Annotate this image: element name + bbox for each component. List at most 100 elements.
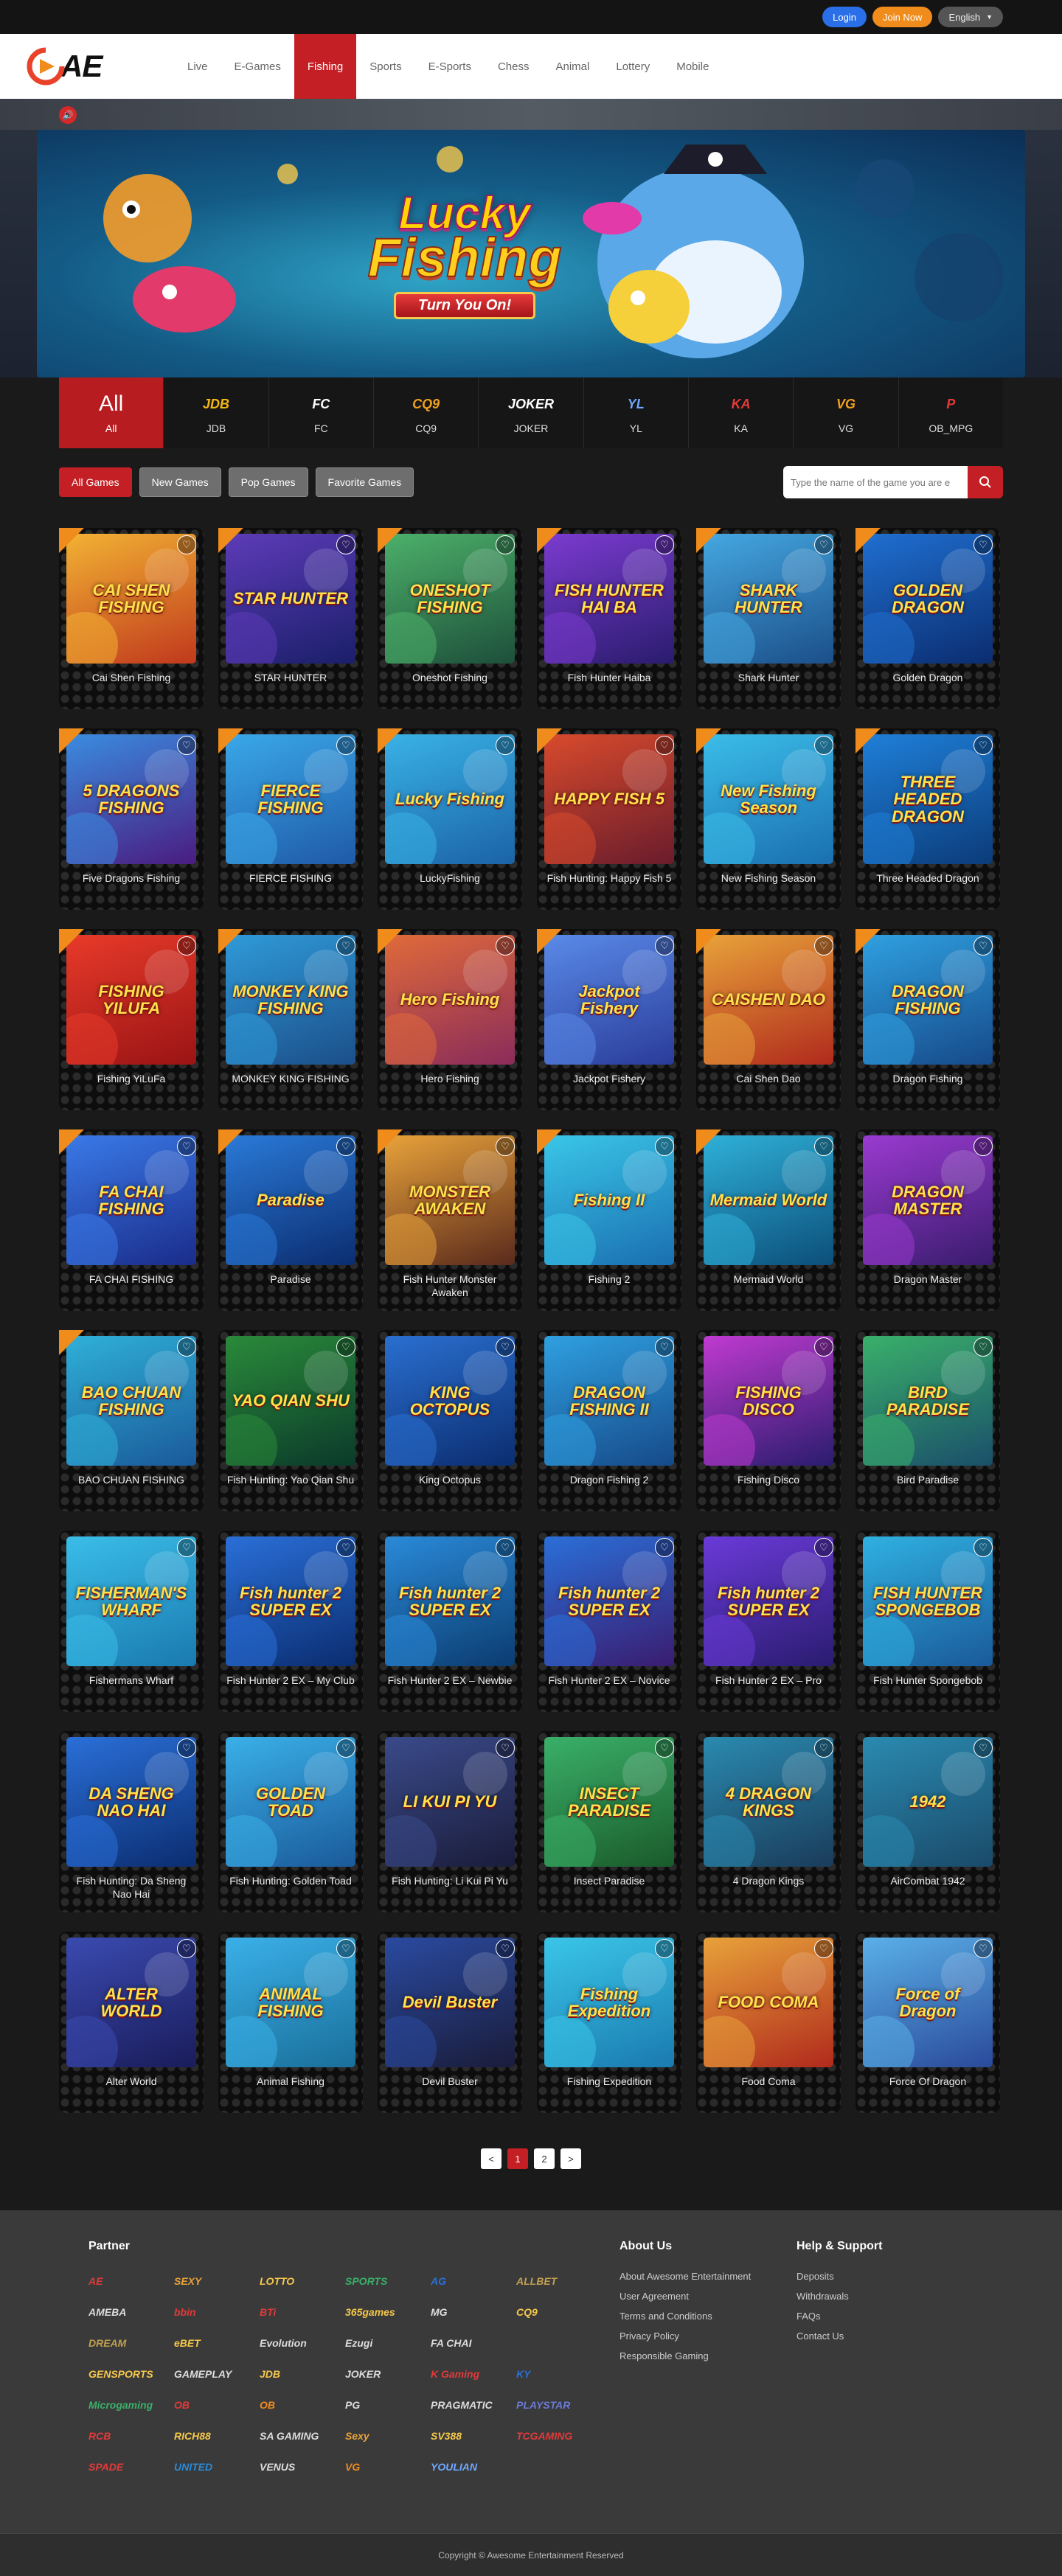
favorite-heart-icon[interactable]: ♡ <box>336 1939 355 1958</box>
game-card[interactable]: ANIMAL FISHING ♡ Animal Fishing <box>218 1932 363 2113</box>
nav-item-e-games[interactable]: E-Games <box>221 34 294 99</box>
favorite-heart-icon[interactable]: ♡ <box>177 1137 196 1156</box>
favorite-heart-icon[interactable]: ♡ <box>974 1939 993 1958</box>
game-card[interactable]: FISH HUNTER HAI BA ♡ Fish Hunter Haiba <box>537 528 681 709</box>
game-thumbnail[interactable]: STAR HUNTER <box>226 534 355 664</box>
game-thumbnail[interactable]: 4 DRAGON KINGS <box>704 1737 833 1867</box>
game-thumbnail[interactable]: FISHERMAN'S WHARF <box>66 1536 196 1666</box>
game-thumbnail[interactable]: BIRD PARADISE <box>863 1336 993 1466</box>
game-card[interactable]: THREE HEADED DRAGON ♡ Three Headed Dragon <box>856 728 1000 910</box>
filter-new-games[interactable]: New Games <box>139 467 221 497</box>
game-thumbnail[interactable]: Force of Dragon <box>863 1938 993 2067</box>
provider-tab-ka[interactable]: KA KA <box>688 377 794 448</box>
favorite-heart-icon[interactable]: ♡ <box>814 1939 833 1958</box>
about-link[interactable]: Responsible Gaming <box>620 2350 796 2361</box>
game-thumbnail[interactable]: HAPPY FISH 5 <box>544 734 674 864</box>
favorite-heart-icon[interactable]: ♡ <box>814 1538 833 1557</box>
provider-tab-cq9[interactable]: CQ9 CQ9 <box>373 377 479 448</box>
filter-pop-games[interactable]: Pop Games <box>228 467 308 497</box>
favorite-heart-icon[interactable]: ♡ <box>496 535 515 554</box>
pagination-page-1[interactable]: 1 <box>507 2148 528 2169</box>
game-thumbnail[interactable]: INSECT PARADISE <box>544 1737 674 1867</box>
favorite-heart-icon[interactable]: ♡ <box>336 1337 355 1357</box>
favorite-heart-icon[interactable]: ♡ <box>655 1538 674 1557</box>
login-button[interactable]: Login <box>822 7 867 27</box>
favorite-heart-icon[interactable]: ♡ <box>974 1738 993 1758</box>
game-card[interactable]: MONKEY KING FISHING ♡ MONKEY KING FISHING <box>218 929 363 1110</box>
game-card[interactable]: DRAGON FISHING ♡ Dragon Fishing <box>856 929 1000 1110</box>
game-thumbnail[interactable]: GOLDEN TOAD <box>226 1737 355 1867</box>
game-thumbnail[interactable]: GOLDEN DRAGON <box>863 534 993 664</box>
favorite-heart-icon[interactable]: ♡ <box>496 1538 515 1557</box>
search-input[interactable] <box>783 466 968 498</box>
game-card[interactable]: FOOD COMA ♡ Food Coma <box>696 1932 841 2113</box>
game-card[interactable]: ALTER WORLD ♡ Alter World <box>59 1932 204 2113</box>
provider-tab-all[interactable]: All All <box>59 377 164 448</box>
game-card[interactable]: Devil Buster ♡ Devil Buster <box>378 1932 522 2113</box>
game-thumbnail[interactable]: 5 DRAGONS FISHING <box>66 734 196 864</box>
game-card[interactable]: Mermaid World ♡ Mermaid World <box>696 1129 841 1311</box>
help-link[interactable]: Withdrawals <box>796 2291 974 2302</box>
game-card[interactable]: DA SHENG NAO HAI ♡ Fish Hunting: Da Sheng … <box>59 1731 204 1912</box>
favorite-heart-icon[interactable]: ♡ <box>177 1538 196 1557</box>
about-link[interactable]: Privacy Policy <box>620 2330 796 2342</box>
game-thumbnail[interactable]: LI KUI PI YU <box>385 1737 515 1867</box>
game-card[interactable]: FISH HUNTER SPONGEBOB ♡ Fish Hunter Sponge… <box>856 1531 1000 1712</box>
search-button[interactable] <box>968 466 1003 498</box>
provider-tab-ob-mpg[interactable]: P OB_MPG <box>898 377 1003 448</box>
game-card[interactable]: Paradise ♡ Paradise <box>218 1129 363 1311</box>
favorite-heart-icon[interactable]: ♡ <box>814 736 833 755</box>
help-link[interactable]: Deposits <box>796 2271 974 2282</box>
game-thumbnail[interactable]: CAI SHEN FISHING <box>66 534 196 664</box>
pagination-next-button[interactable]: > <box>560 2148 581 2169</box>
favorite-heart-icon[interactable]: ♡ <box>974 936 993 955</box>
game-thumbnail[interactable]: MONSTER AWAKEN <box>385 1135 515 1265</box>
game-card[interactable]: Fish hunter 2 SUPER EX ♡ Fish Hunter 2 EX … <box>696 1531 841 1712</box>
game-thumbnail[interactable]: FISH HUNTER SPONGEBOB <box>863 1536 993 1666</box>
game-card[interactable]: FIERCE FISHING ♡ FIERCE FISHING <box>218 728 363 910</box>
favorite-heart-icon[interactable]: ♡ <box>336 936 355 955</box>
help-link[interactable]: Contact Us <box>796 2330 974 2342</box>
favorite-heart-icon[interactable]: ♡ <box>974 1137 993 1156</box>
game-thumbnail[interactable]: Devil Buster <box>385 1938 515 2067</box>
game-thumbnail[interactable]: DRAGON FISHING II <box>544 1336 674 1466</box>
favorite-heart-icon[interactable]: ♡ <box>974 736 993 755</box>
game-card[interactable]: INSECT PARADISE ♡ Insect Paradise <box>537 1731 681 1912</box>
nav-item-animal[interactable]: Animal <box>543 34 603 99</box>
game-card[interactable]: LI KUI PI YU ♡ Fish Hunting: Li Kui Pi Yu <box>378 1731 522 1912</box>
game-card[interactable]: BAO CHUAN FISHING ♡ BAO CHUAN FISHING <box>59 1330 204 1511</box>
game-card[interactable]: FA CHAI FISHING ♡ FA CHAI FISHING <box>59 1129 204 1311</box>
filter-all-games[interactable]: All Games <box>59 467 132 497</box>
favorite-heart-icon[interactable]: ♡ <box>496 1939 515 1958</box>
game-thumbnail[interactable]: ALTER WORLD <box>66 1938 196 2067</box>
game-thumbnail[interactable]: FOOD COMA <box>704 1938 833 2067</box>
game-card[interactable]: HAPPY FISH 5 ♡ Fish Hunting: Happy Fish 5 <box>537 728 681 910</box>
game-thumbnail[interactable]: Lucky Fishing <box>385 734 515 864</box>
game-thumbnail[interactable]: Fish hunter 2 SUPER EX <box>226 1536 355 1666</box>
favorite-heart-icon[interactable]: ♡ <box>177 936 196 955</box>
game-thumbnail[interactable]: Fish hunter 2 SUPER EX <box>385 1536 515 1666</box>
favorite-heart-icon[interactable]: ♡ <box>655 1337 674 1357</box>
game-card[interactable]: New Fishing Season ♡ New Fishing Season <box>696 728 841 910</box>
game-card[interactable]: KING OCTOPUS ♡ King Octopus <box>378 1330 522 1511</box>
favorite-heart-icon[interactable]: ♡ <box>974 1337 993 1357</box>
about-link[interactable]: Terms and Conditions <box>620 2311 796 2322</box>
game-thumbnail[interactable]: THREE HEADED DRAGON <box>863 734 993 864</box>
game-thumbnail[interactable]: FISH HUNTER HAI BA <box>544 534 674 664</box>
game-card[interactable]: 1942 ♡ AirCombat 1942 <box>856 1731 1000 1912</box>
favorite-heart-icon[interactable]: ♡ <box>336 1137 355 1156</box>
nav-item-fishing[interactable]: Fishing <box>294 34 357 99</box>
favorite-heart-icon[interactable]: ♡ <box>814 1137 833 1156</box>
game-thumbnail[interactable]: New Fishing Season <box>704 734 833 864</box>
game-thumbnail[interactable]: YAO QIAN SHU <box>226 1336 355 1466</box>
favorite-heart-icon[interactable]: ♡ <box>655 1137 674 1156</box>
game-thumbnail[interactable]: FISHING YILUFA <box>66 935 196 1065</box>
game-thumbnail[interactable]: ANIMAL FISHING <box>226 1938 355 2067</box>
game-thumbnail[interactable]: FIERCE FISHING <box>226 734 355 864</box>
favorite-heart-icon[interactable]: ♡ <box>177 1939 196 1958</box>
nav-item-lottery[interactable]: Lottery <box>603 34 663 99</box>
game-card[interactable]: SHARK HUNTER ♡ Shark Hunter <box>696 528 841 709</box>
join-now-button[interactable]: Join Now <box>872 7 933 27</box>
game-card[interactable]: Fish hunter 2 SUPER EX ♡ Fish Hunter 2 EX … <box>218 1531 363 1712</box>
filter-favorite-games[interactable]: Favorite Games <box>315 467 414 497</box>
